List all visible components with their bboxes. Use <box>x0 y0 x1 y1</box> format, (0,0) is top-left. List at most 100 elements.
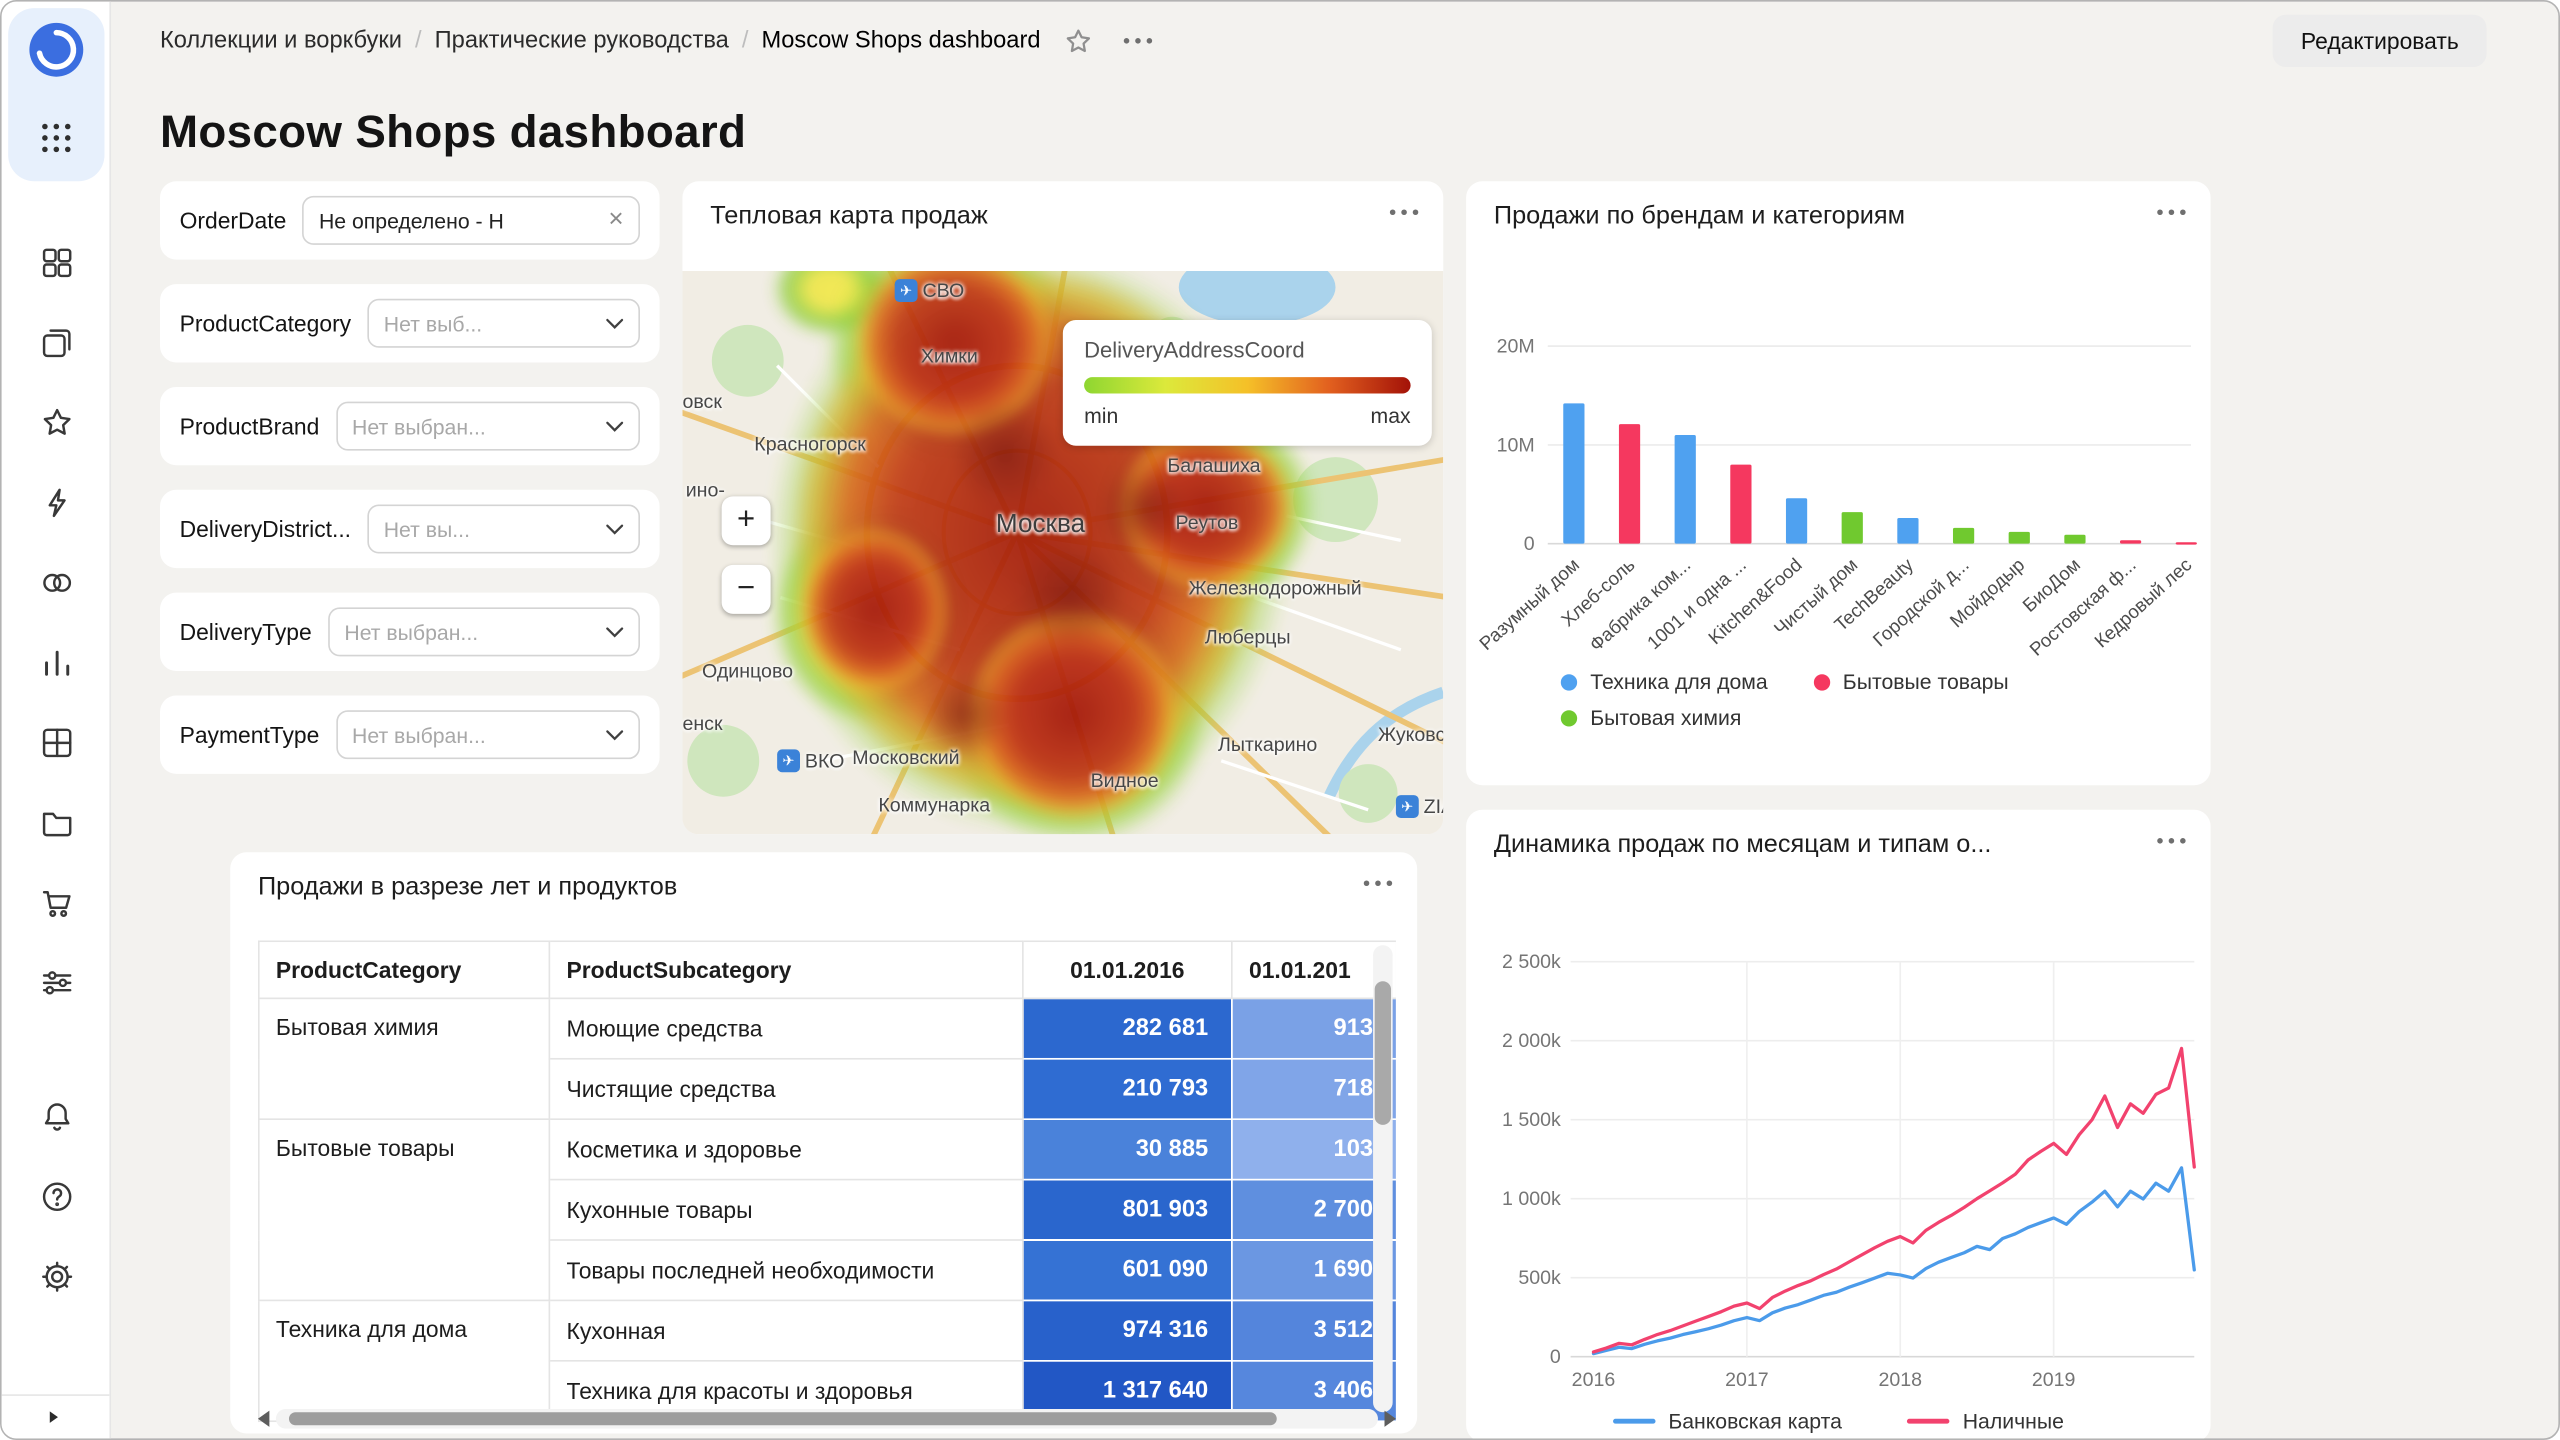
breadcrumb-guides[interactable]: Практические руководства <box>435 28 729 54</box>
breadcrumb-collections[interactable]: Коллекции и воркбуки <box>160 28 402 54</box>
filter-label: ProductBrand <box>180 413 320 439</box>
svg-text:10M: 10M <box>1497 434 1535 456</box>
line-chart-plot[interactable]: 0500k1 000k1 500k2 000k2 500k20162017201… <box>1466 870 2210 1406</box>
widget-menu-icon[interactable] <box>2157 209 2186 216</box>
date-range-input[interactable]: Не определено - Н× <box>303 196 640 245</box>
filter-value: Нет выбран... <box>352 722 599 746</box>
more-actions-icon[interactable] <box>1124 38 1153 45</box>
airport-icon: ✈ <box>777 749 800 772</box>
widget-menu-icon[interactable] <box>2157 838 2186 845</box>
subcategory-cell: Моющие средства <box>549 998 1022 1058</box>
map-city-label: Железнодорожный <box>1189 576 1362 599</box>
breadcrumb-separator <box>415 28 422 54</box>
value-cell: 974 316 <box>1023 1300 1232 1360</box>
horizontal-scroll-track[interactable] <box>276 1409 1378 1429</box>
filter-value: Нет выбран... <box>344 620 599 644</box>
scroll-right-icon[interactable] <box>1384 1411 1395 1427</box>
map-city-label: енск <box>682 712 722 735</box>
scroll-left-icon[interactable] <box>258 1411 269 1427</box>
filter-value: Нет выбран... <box>352 414 599 438</box>
map-canvas[interactable]: ✈СВОХимкиовскКрасногорскино-МоскваБалаши… <box>682 271 1443 834</box>
legend-label: Техника для дома <box>1590 669 1767 693</box>
heatmap-widget: Тепловая карта продаж <box>682 181 1443 834</box>
legend-label: Банковская карта <box>1668 1409 1842 1433</box>
airport-icon: ✈ <box>895 279 918 302</box>
legend-line-swatch <box>1907 1419 1949 1424</box>
dropdown-select[interactable]: Нет выбран... <box>336 402 640 451</box>
expand-panel-icon[interactable] <box>46 1409 62 1425</box>
legend-label: Бытовая химия <box>1590 705 1741 729</box>
sidebar-nav <box>2 243 111 1001</box>
horizontal-scrollbar[interactable] <box>258 1409 1396 1429</box>
svg-text:500k: 500k <box>1518 1267 1561 1289</box>
airport-icon: ✈ <box>1396 795 1419 818</box>
collections-icon[interactable] <box>38 243 76 281</box>
favorite-star-icon[interactable] <box>1063 25 1094 56</box>
sidebar-footer <box>2 1394 110 1438</box>
value-cell: 210 793 <box>1023 1059 1232 1119</box>
line-chart-legend: Банковская карта Наличные <box>1466 1409 2210 1433</box>
svg-text:2 500k: 2 500k <box>1502 951 1561 973</box>
widget-menu-icon[interactable] <box>1363 880 1392 887</box>
value-cell: 801 903 <box>1023 1180 1232 1240</box>
map-city-label: ✈СВО <box>895 279 965 302</box>
filter-value: Не определено - Н <box>319 208 602 232</box>
filter-card-DeliveryType: DeliveryTypeНет выбран... <box>160 593 660 671</box>
editor-lightning-icon[interactable] <box>38 483 76 521</box>
datasets-icon[interactable] <box>38 563 76 601</box>
zoom-in-button[interactable]: + <box>722 496 771 545</box>
map-city-label: Видное <box>1091 769 1159 792</box>
storage-folder-icon[interactable] <box>38 803 76 841</box>
widget-header: Динамика продаж по месяцам и типам о... <box>1466 810 2210 870</box>
dropdown-select[interactable]: Нет выб... <box>367 299 640 348</box>
filter-card-OrderDate: OrderDateНе определено - Н× <box>160 181 660 259</box>
legend-item[interactable]: Бытовая химия <box>1561 705 1742 729</box>
edit-button[interactable]: Редактировать <box>2273 15 2486 67</box>
charts-icon[interactable] <box>38 643 76 681</box>
widget-menu-icon[interactable] <box>1389 209 1418 216</box>
services-sliders-icon[interactable] <box>38 963 76 1001</box>
column-header: 01.01.2016 <box>1023 941 1232 998</box>
widget-header: Тепловая карта продаж <box>682 181 1443 241</box>
vertical-scroll-thumb[interactable] <box>1375 981 1391 1125</box>
svg-text:1001 и одна ...: 1001 и одна ... <box>1643 554 1750 653</box>
subcategory-cell: Кухонная <box>549 1300 1022 1360</box>
vertical-scrollbar[interactable] <box>1373 945 1393 1412</box>
svg-text:20M: 20M <box>1497 336 1535 358</box>
category-cell: Техника для дома <box>259 1300 550 1421</box>
dropdown-select[interactable]: Нет вы... <box>367 504 640 553</box>
legend-item[interactable]: Наличные <box>1907 1409 2064 1433</box>
favorites-star-icon[interactable] <box>38 403 76 441</box>
widget-title: Тепловая карта продаж <box>710 202 988 230</box>
legend-item[interactable]: Банковская карта <box>1613 1409 1842 1433</box>
legend-item[interactable]: Техника для дома <box>1561 669 1768 693</box>
value-cell: 2 700 <box>1232 1180 1396 1240</box>
settings-gear-icon[interactable] <box>38 1257 76 1295</box>
widget-header: Продажи по брендам и категориям <box>1466 181 2210 241</box>
marketplace-cart-icon[interactable] <box>38 883 76 921</box>
value-cell: 718 <box>1232 1059 1396 1119</box>
filter-value: Нет выб... <box>384 311 599 335</box>
notifications-bell-icon[interactable] <box>38 1097 76 1135</box>
horizontal-scroll-thumb[interactable] <box>289 1412 1277 1425</box>
sidebar-bottom-nav <box>2 1097 111 1295</box>
legend-item[interactable]: Бытовые товары <box>1813 669 2008 693</box>
clear-icon[interactable]: × <box>608 207 623 233</box>
dropdown-select[interactable]: Нет выбран... <box>336 710 640 759</box>
svg-text:2019: 2019 <box>2032 1369 2076 1391</box>
sales-table-widget: Продажи в разрезе лет и продуктов Produc… <box>230 852 1417 1433</box>
subcategory-cell: Косметика и здоровье <box>549 1119 1022 1179</box>
sales-table: ProductCategoryProductSubcategory01.01.2… <box>258 940 1396 1422</box>
dropdown-select[interactable]: Нет выбран... <box>328 607 640 656</box>
datalens-logo-icon[interactable] <box>26 20 86 80</box>
map-city-label: Жуковс <box>1378 723 1443 746</box>
zoom-out-button[interactable]: − <box>722 565 771 614</box>
svg-text:2017: 2017 <box>1725 1369 1769 1391</box>
map-city-label: Красногорск <box>754 433 866 456</box>
apps-grid-icon[interactable] <box>38 119 76 157</box>
help-icon[interactable] <box>38 1177 76 1215</box>
bar-chart-plot[interactable]: 010M20MРазумный домХлеб-сольФабрика ком.… <box>1476 242 2207 663</box>
workbooks-icon[interactable] <box>38 323 76 361</box>
dashboards-icon[interactable] <box>38 723 76 761</box>
map-city-label: Лыткарино <box>1218 733 1317 756</box>
